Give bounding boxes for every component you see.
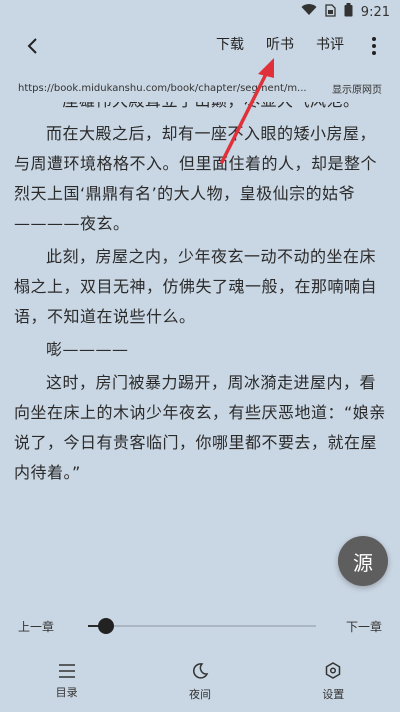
reviews-button[interactable]: 书评 [316,34,344,54]
back-button[interactable] [18,32,46,60]
nav-label: 目录 [55,686,78,699]
show-original-page-button[interactable]: 显示原网页 [332,81,382,96]
settings-icon [326,662,341,679]
top-bar: 下载 听书 书评 [0,24,400,68]
reading-content[interactable]: 一座雄伟大殿耸立于山巅，尽显大气风范。 而在大殿之后，却有一座不入眼的矮小房屋，… [0,102,400,596]
chapter-text: 一座雄伟大殿耸立于山巅，尽显大气风范。 而在大殿之后，却有一座不入眼的矮小房屋，… [14,102,388,488]
more-options-button[interactable] [362,34,386,58]
next-chapter-button[interactable]: 下一章 [346,618,382,635]
paragraph: 而在大殿之后，却有一座不入眼的矮小房屋，与周遭环境格格不入。但里面住着的人，却是… [14,124,378,233]
paragraph: 此刻，房屋之内，少年夜玄一动不动的坐在床榻之上，双目无神，仿佛失了魂一般，在那喃… [14,247,378,326]
chapter-progress-slider[interactable] [88,618,316,634]
chevron-left-icon [27,38,37,54]
download-button[interactable]: 下载 [216,34,244,54]
wifi-icon [301,4,317,20]
menu-icon [58,664,75,678]
nav-label: 设置 [322,688,345,701]
chapter-progress: 上一章 下一章 [0,612,400,640]
paragraph: 嘭———— [46,340,129,359]
battery-icon [344,3,353,21]
top-actions: 下载 听书 书评 [216,34,344,54]
moon-icon [192,663,209,679]
nav-item-settings[interactable]: 设置 [293,662,373,702]
status-bar: 9:21 [0,0,400,24]
slider-thumb[interactable] [98,618,115,634]
paragraph: 这时，房门被暴力踢开，周冰漪走进屋内，看向坐在床上的木讷少年夜玄，有些厌恶地道：… [14,373,386,482]
status-time: 9:21 [360,4,390,20]
sim-icon [325,3,336,21]
listen-button[interactable]: 听书 [266,34,294,54]
nav-label: 夜间 [188,688,211,701]
chapter-url: https://book.midukanshu.com/book/chapter… [18,82,307,94]
nav-item-contents[interactable]: 目录 [27,664,107,700]
previous-chapter-button[interactable]: 上一章 [18,618,54,635]
nav-item-night[interactable]: 夜间 [160,662,240,702]
paragraph: 一座雄伟大殿耸立于山巅，尽显大气风范。 [14,102,388,116]
url-bar: https://book.midukanshu.com/book/chapter… [0,74,400,102]
more-vert-icon [372,37,376,55]
bottom-nav: 目录 夜间 设置 [0,652,400,712]
source-button[interactable]: 源 [338,536,388,586]
